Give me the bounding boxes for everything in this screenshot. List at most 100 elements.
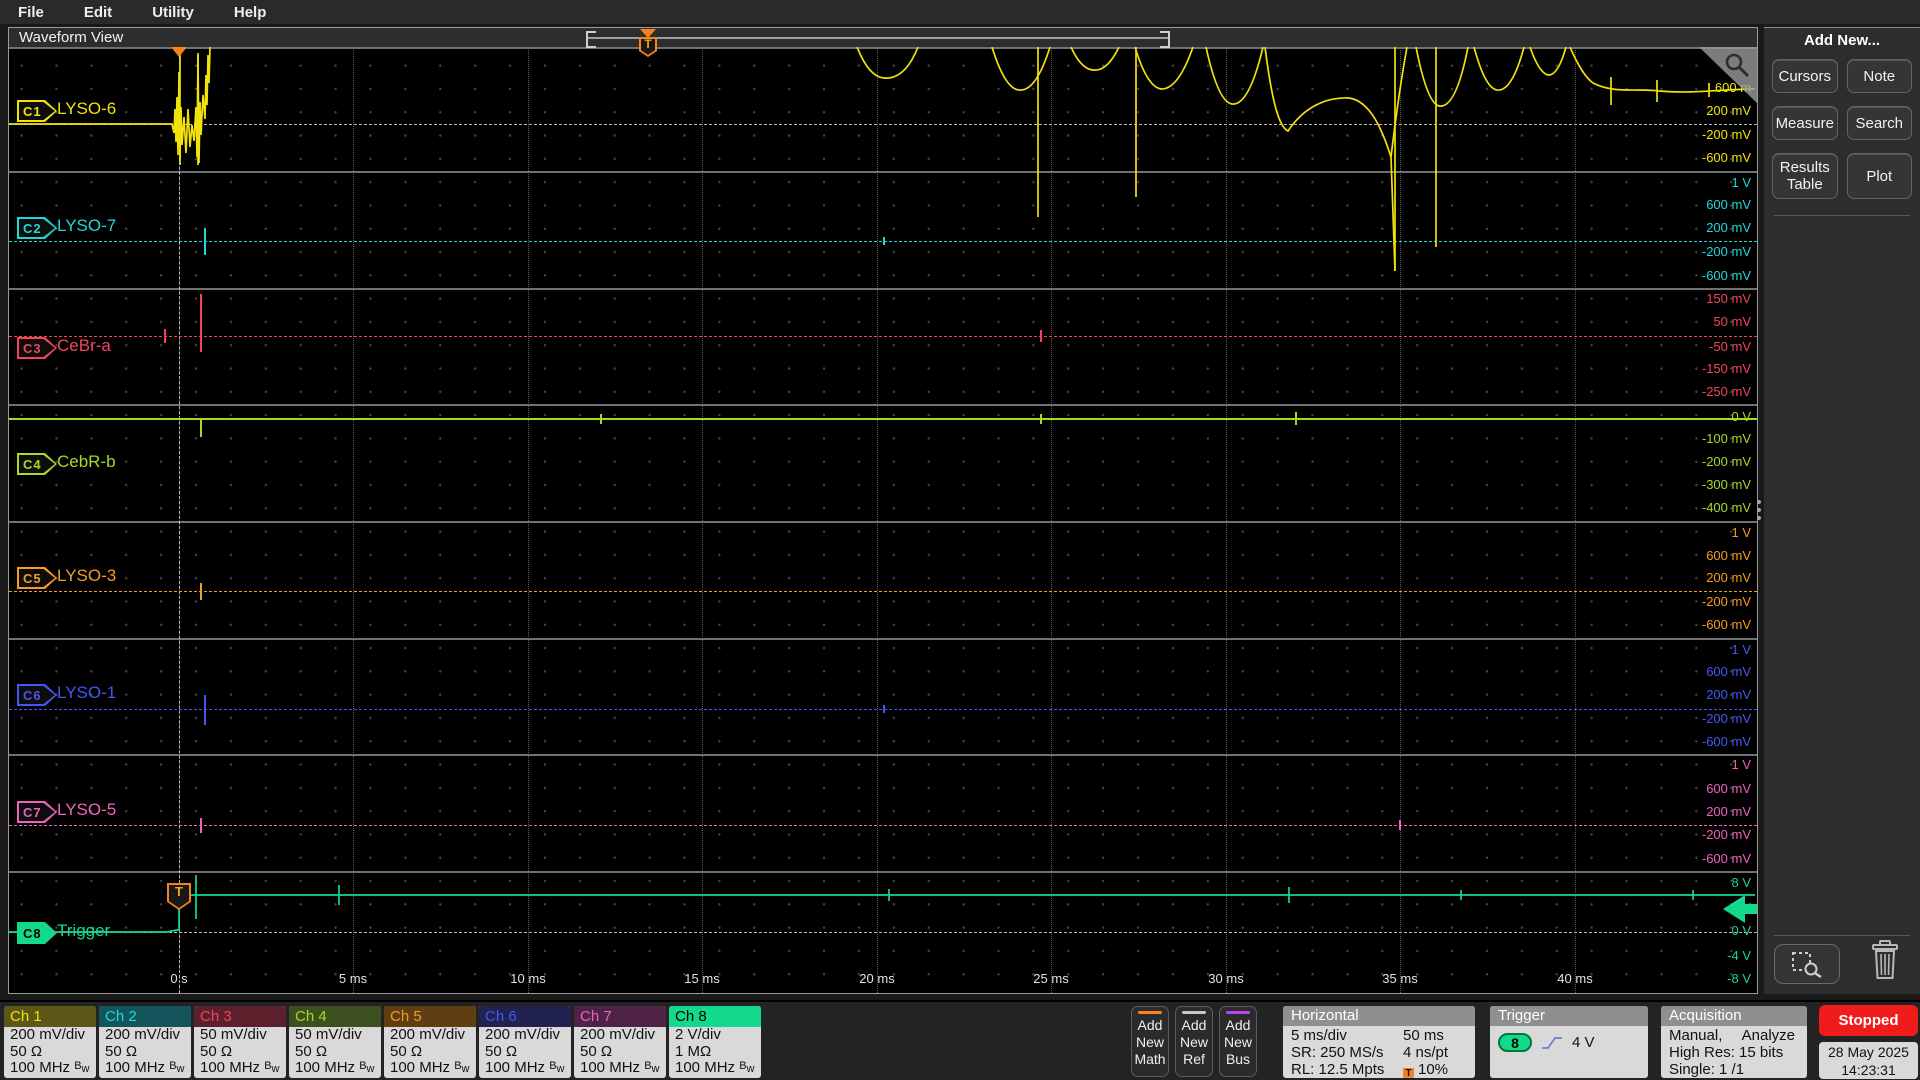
channel-separator	[9, 638, 1757, 640]
scale-label-c3: -150 mV	[1701, 361, 1751, 376]
add-new-button-grid: Cursors Note Measure Search Results Table Plo…	[1764, 59, 1920, 199]
scale-label-c5: 1 V	[1731, 525, 1751, 540]
cursors-button[interactable]: Cursors	[1772, 59, 1838, 93]
channel-card-header: Ch 2	[99, 1006, 191, 1027]
channel-card-scale: 200 mV/div	[485, 1026, 561, 1043]
horizontal-scale: 5 ms/div	[1291, 1027, 1347, 1044]
trace-spike-c3	[1040, 330, 1042, 342]
datetime-display: 28 May 2025 14:23:31	[1819, 1042, 1918, 1079]
channel-card-scale: 50 mV/div	[200, 1026, 267, 1043]
channel-card-scale: 200 mV/div	[390, 1026, 466, 1043]
major-gridline	[702, 47, 703, 993]
acquisition-panel[interactable]: Acquisition Manual, Analyze High Res: 15…	[1661, 1006, 1807, 1078]
channel-badge-c1[interactable]: C1	[17, 100, 57, 122]
channel-badge-c4[interactable]: C4	[17, 453, 57, 475]
channel-name-lyso-1: LYSO-1	[57, 683, 117, 702]
acquisition-panel-body: Manual, Analyze High Res: 15 bits Single…	[1661, 1026, 1807, 1078]
channel-card-header: Ch 7	[574, 1006, 666, 1027]
zero-line-c1	[9, 124, 1757, 125]
trace-spike-c2	[883, 237, 885, 245]
trigger-position-top-arrow-icon[interactable]	[171, 47, 187, 57]
scale-label-c4: -200 mV	[1701, 454, 1751, 469]
channel-badge-label: C3	[23, 340, 42, 356]
scale-label-c6: 1 V	[1731, 642, 1751, 657]
channel-card-ch-8[interactable]: Ch 82 V/div 1 MΩ 100 MHz Bw	[669, 1006, 761, 1078]
channel-badge-c3[interactable]: C3	[17, 337, 57, 359]
channel-card-ch-7[interactable]: Ch 7 200 mV/div 50 Ω 100 MHz Bw	[574, 1006, 666, 1078]
scale-label-c6: 600 mV	[1706, 664, 1751, 679]
trash-button[interactable]	[1868, 939, 1902, 986]
horizontal-sample-rate: SR: 250 MS/s	[1291, 1044, 1384, 1061]
note-button[interactable]: Note	[1846, 59, 1912, 93]
channel-card-bandwidth: 100 MHz Bw	[105, 1059, 185, 1076]
channel-badge-c2[interactable]: C2	[17, 217, 57, 239]
trace-spike-c2	[204, 228, 206, 255]
trigger-position-caret-icon[interactable]	[640, 29, 656, 38]
channel-card-ch-4[interactable]: Ch 4 50 mV/div 50 Ω 100 MHz Bw	[289, 1006, 381, 1078]
plot-button[interactable]: Plot	[1846, 153, 1912, 199]
waveform-view-title: Waveform View	[19, 29, 124, 46]
menu-utility[interactable]: Utility	[152, 4, 194, 21]
scale-label-c8: 4 V	[1731, 900, 1751, 915]
run-stop-status-button[interactable]: Stopped	[1819, 1005, 1918, 1036]
add-new-ref-button[interactable]: Add New Ref	[1175, 1006, 1213, 1077]
trigger-event-marker-icon[interactable]: T	[167, 883, 191, 910]
channel-card-scale: 200 mV/div	[580, 1026, 656, 1043]
menu-help[interactable]: Help	[234, 4, 267, 21]
waveform-view-window: Waveform View T T 0 s 5 ms 10 ms 15 ms 2…	[8, 27, 1758, 994]
magnifier-icon	[1725, 53, 1750, 78]
zero-line-c4	[9, 418, 1757, 420]
add-new-bus-button[interactable]: Add New Bus	[1219, 1006, 1257, 1077]
acquisition-single: Single: 1 /1	[1669, 1061, 1745, 1078]
scale-label-c4: -100 mV	[1701, 431, 1751, 446]
time-axis-label: 5 ms	[338, 971, 368, 986]
channel-name-lyso-6: LYSO-6	[57, 99, 117, 118]
channel-separator	[9, 47, 1757, 49]
trace-spike-c6	[204, 695, 206, 725]
channel-badge-label: C4	[23, 456, 42, 472]
scale-label-c5: -600 mV	[1701, 617, 1751, 632]
scale-label-c2: 1 V	[1731, 175, 1751, 190]
major-gridline	[1226, 47, 1227, 993]
trigger-panel[interactable]: Trigger 8 4 V	[1490, 1006, 1648, 1078]
channel-card-ch-2[interactable]: Ch 2 200 mV/div 50 Ω 100 MHz Bw	[99, 1006, 191, 1078]
channel-name-cebr-a: CeBr-a	[57, 336, 111, 355]
add-new-panel: Add New... Cursors Note Measure Search Resul…	[1764, 27, 1920, 994]
add-new-math-button[interactable]: Add New Math	[1131, 1006, 1169, 1077]
accent-bar	[1138, 1011, 1162, 1014]
zero-line-c3	[9, 336, 1757, 337]
measure-button[interactable]: Measure	[1772, 106, 1838, 140]
menu-file[interactable]: File	[18, 4, 44, 21]
channel-card-ch-6[interactable]: Ch 6 200 mV/div 50 Ω 100 MHz Bw	[479, 1006, 571, 1078]
channel-badge-c8[interactable]: C8	[17, 922, 57, 944]
results-table-button[interactable]: Results Table	[1772, 153, 1838, 199]
channel-separator	[9, 754, 1757, 756]
acquisition-highres: High Res: 15 bits	[1669, 1044, 1784, 1061]
waveform-plot-area[interactable]: T 0 s 5 ms 10 ms 15 ms 20 ms 25 ms 30 ms 35 ms 4…	[9, 47, 1757, 993]
horizontal-trigger-position: T 10%	[1403, 1061, 1475, 1078]
trace-spike-c4	[1295, 412, 1297, 425]
channel-badge-c5[interactable]: C5	[17, 567, 57, 589]
panel-divider	[1774, 215, 1910, 216]
channel-separator	[9, 404, 1757, 406]
accent-bar	[1226, 1011, 1250, 1014]
scale-label-c5: -200 mV	[1701, 594, 1751, 609]
channel-card-ch-1[interactable]: Ch 1 200 mV/div 50 Ω 100 MHz Bw	[4, 1006, 96, 1078]
zoom-select-button[interactable]	[1774, 944, 1840, 984]
time-axis-label: 0 s	[170, 971, 188, 986]
scale-label-c5: 200 mV	[1706, 570, 1751, 585]
channel-card-ch-3[interactable]: Ch 3 50 mV/div 50 Ω 100 MHz Bw	[194, 1006, 286, 1078]
channel-badge-c6[interactable]: C6	[17, 684, 57, 706]
channel-card-ch-5[interactable]: Ch 5 200 mV/div 50 Ω 100 MHz Bw	[384, 1006, 476, 1078]
trace-spike-c5	[200, 583, 202, 600]
scale-label-c5: 600 mV	[1706, 548, 1751, 563]
menu-edit[interactable]: Edit	[84, 4, 112, 21]
zero-line-c7	[9, 825, 1757, 826]
channel-badge-c7[interactable]: C7	[17, 801, 57, 823]
zero-line-c8	[9, 932, 1757, 933]
channel-card-impedance: 50 Ω	[10, 1042, 43, 1060]
horizontal-overview-bar[interactable]	[586, 37, 1168, 39]
search-button[interactable]: Search	[1846, 106, 1912, 140]
horizontal-panel[interactable]: Horizontal 5 ms/div 50 ms SR: 250 MS/s 4…	[1283, 1006, 1475, 1078]
panel-drag-handle[interactable]	[1757, 496, 1761, 524]
